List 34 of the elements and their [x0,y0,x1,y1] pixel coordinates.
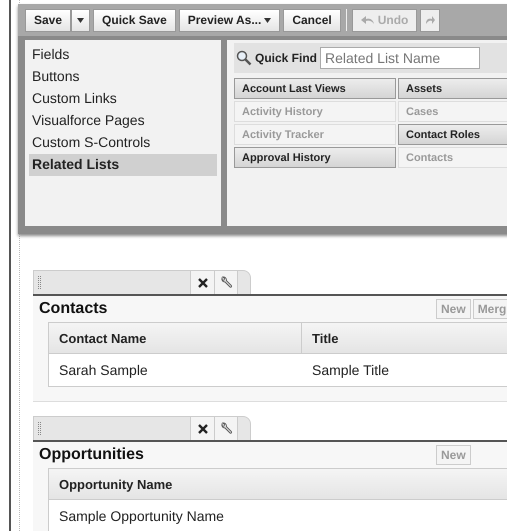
sidebar-item[interactable]: Fields [29,44,217,66]
table-cell-text: Sample Opportunity Name [58,508,225,524]
section-title: Contacts [39,300,108,318]
undo-arrow-icon [360,15,375,25]
caret-icon [264,18,272,22]
toolbar-button[interactable]: Quick Save [93,8,176,32]
sidebar-item[interactable]: Custom S-Controls [29,132,217,154]
sidebar-item[interactable]: Related Lists [29,154,217,176]
preview-button[interactable]: Preview As... [178,8,280,32]
sidebar-item[interactable]: Buttons [29,66,217,88]
related-list-item[interactable]: Account Last Views [234,78,396,99]
related-list-item[interactable]: Approval History [234,147,396,168]
table-cell-text: Sarah Sample [58,362,149,378]
column-header: Title [311,330,340,348]
wrench-icon[interactable] [214,417,238,440]
section-title: Opportunities [39,446,144,464]
related-list-item[interactable]: Contact Roles [398,124,507,145]
quick-find-label: Quick Find [255,51,318,65]
toolbar-button[interactable]: Cancel [283,8,341,32]
column-header: Contact Name [49,323,302,353]
column-header: Opportunity Name [58,476,174,494]
search-field[interactable]: Related List Name [320,47,480,69]
sidebar-item[interactable]: Custom Links [29,88,217,110]
related-list-item[interactable]: Assets [398,78,507,99]
remove-icon[interactable] [190,271,214,294]
search-icon [236,50,252,66]
save-button[interactable]: Save [25,8,72,32]
dropdown-button[interactable] [71,8,90,32]
sidebar-item[interactable]: Visualforce Pages [29,110,217,132]
wrench-icon[interactable] [214,271,238,294]
remove-icon[interactable] [190,417,214,440]
table-cell-text: Sample Title [311,362,390,378]
caret-icon [77,18,84,22]
redo-arrow-icon [425,15,436,25]
